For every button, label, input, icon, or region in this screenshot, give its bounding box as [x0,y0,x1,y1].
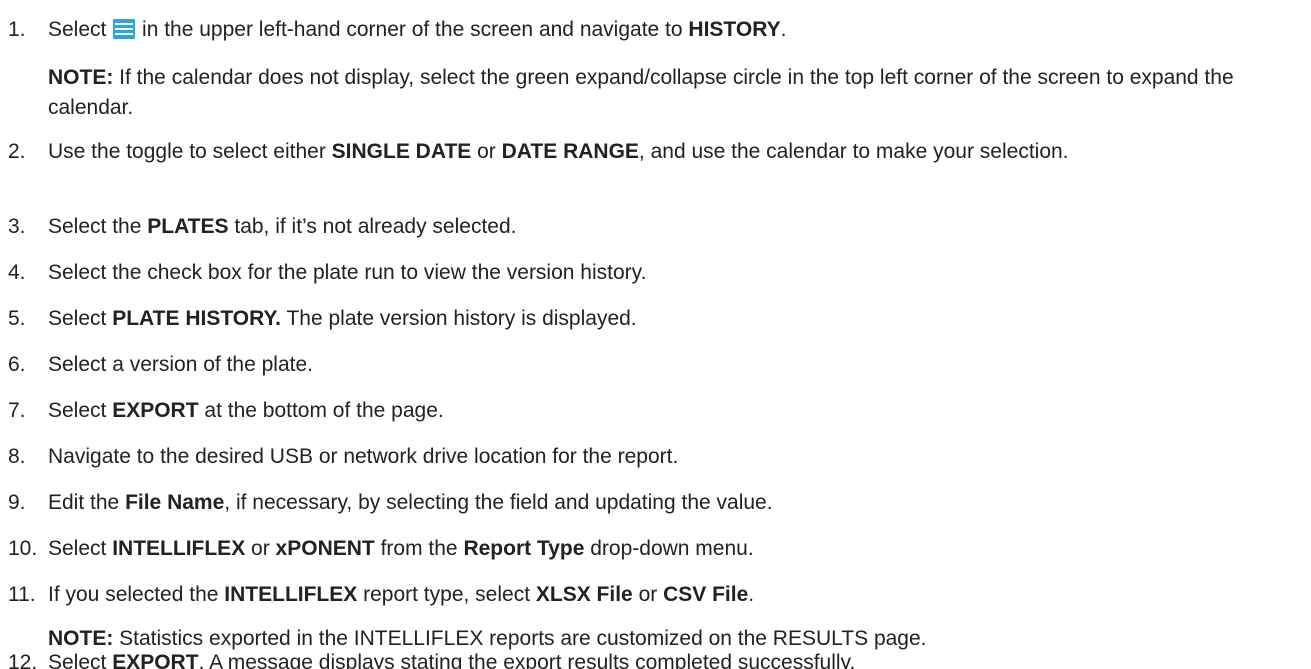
step-text: Select a version of the plate. [48,353,313,376]
step-number: 2. [8,140,26,163]
step-number: 9. [8,491,26,514]
instruction-document: 1. Select in the upper left-hand corner … [0,0,1311,669]
note-text: If the calendar does not display, select… [48,66,1234,119]
note-calendar: NOTE: If the calendar does not display, … [48,63,1303,123]
step-text: If you selected the INTELLIFLEX report t… [48,583,755,606]
step-text: Select EXPORT. A message displays statin… [48,651,856,669]
step-number: 10. [8,537,38,560]
step-number: 5. [8,307,26,330]
step-number: 7. [8,399,26,422]
menu-icon [113,19,136,39]
step-number: 6. [8,353,26,376]
step-text: Select the check box for the plate run t… [48,261,647,284]
step-text: Select INTELLIFLEX or xPONENT from the R… [48,537,754,560]
step-number: 3. [8,215,26,238]
note-label: NOTE: [48,66,114,89]
step-text: Navigate to the desired USB or network d… [48,445,679,468]
step-text: Edit the File Name, if necessary, by sel… [48,491,773,514]
note-text: Statistics exported in the INTELLIFLEX r… [113,627,927,650]
step-number: 8. [8,445,26,468]
step-text: Select EXPORT at the bottom of the page. [48,399,444,422]
step-text: Select in the upper left-hand corner of … [48,18,787,41]
step-text: Select the PLATES tab, if it’s not alrea… [48,215,517,238]
step-text: Use the toggle to select either SINGLE D… [48,140,1069,163]
step-number: 4. [8,261,26,284]
step-number: 1. [8,18,26,41]
note-label: NOTE: [48,627,114,650]
step-number: 12. [8,651,38,669]
step-text: Select PLATE HISTORY. The plate version … [48,307,637,330]
step-number: 11. [8,583,36,606]
